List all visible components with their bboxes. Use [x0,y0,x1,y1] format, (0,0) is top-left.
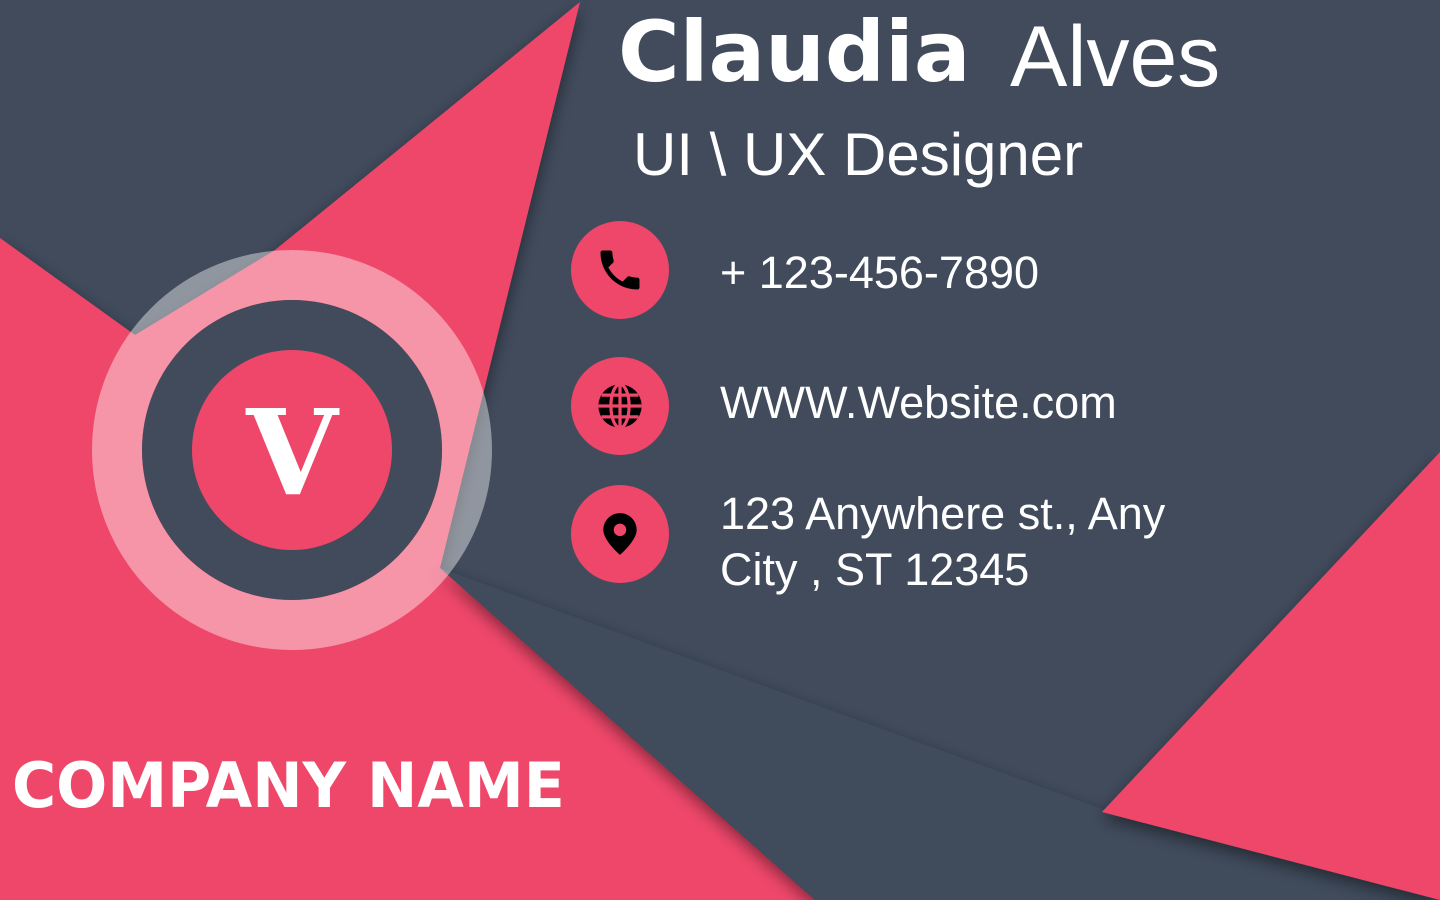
website-icon-badge [571,357,669,455]
phone-icon [600,250,640,290]
location-pin-icon [603,513,637,555]
phone-icon-badge [571,221,669,319]
phone-number[interactable]: + 123-456-7890 [720,245,1039,301]
business-card: V Claudia Alves UI \ UX Designer + 123-4… [0,0,1440,900]
address-text: 123 Anywhere st., Any City , ST 12345 [720,488,1166,595]
first-name: Claudia [618,3,971,101]
last-name: Alves [1010,9,1221,105]
globe-icon [598,382,642,430]
address-icon-badge [571,485,669,583]
website-url[interactable]: WWW.Website.com [720,375,1117,431]
job-title: UI \ UX Designer [633,121,1084,188]
company-name: COMPANY NAME [12,749,565,822]
logo-letter: V [246,383,338,522]
